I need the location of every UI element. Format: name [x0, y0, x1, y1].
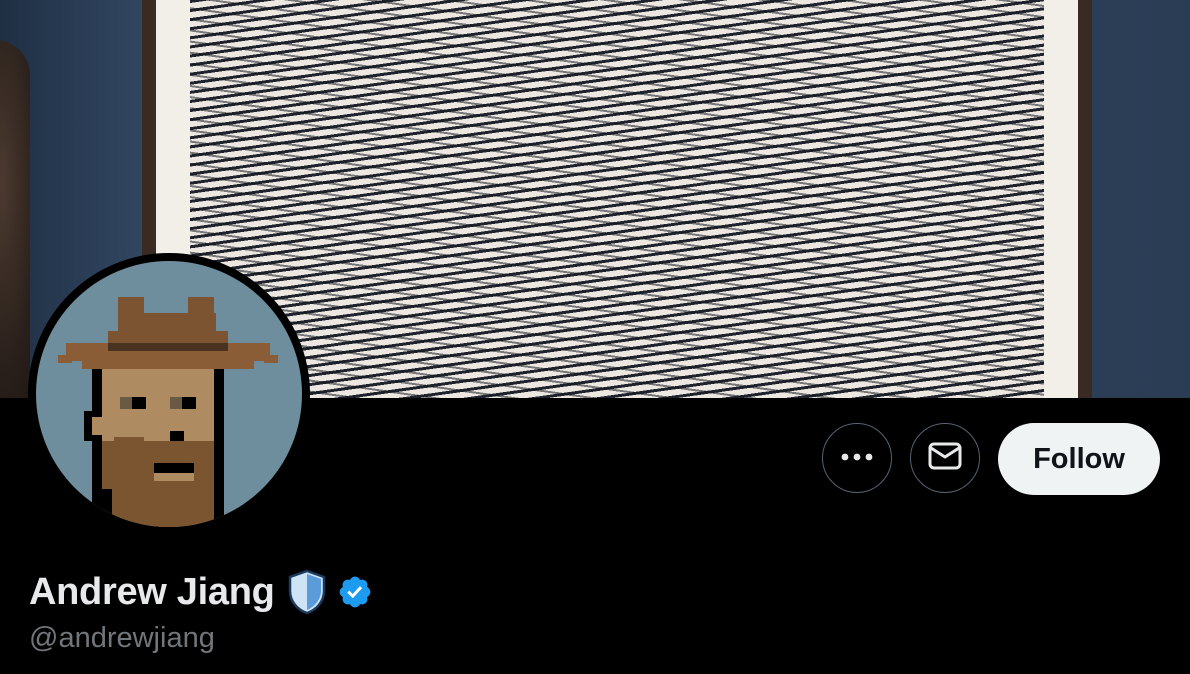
more-button[interactable] [822, 423, 892, 493]
profile-page: Follow Andrew Jiang @andrewjiang [0, 0, 1190, 674]
verified-badge-icon[interactable] [337, 574, 373, 610]
shield-icon[interactable] [287, 569, 327, 615]
more-horizontal-icon [839, 449, 875, 467]
banner-artwork [190, 0, 1044, 398]
banner-person-silhouette [0, 40, 30, 398]
profile-avatar[interactable] [28, 253, 310, 535]
envelope-icon [928, 442, 962, 475]
display-name: Andrew Jiang [29, 570, 275, 613]
name-row: Andrew Jiang [29, 566, 373, 618]
pixel-punk-avatar-image [36, 261, 302, 527]
message-button[interactable] [910, 423, 980, 493]
follow-button[interactable]: Follow [998, 423, 1160, 495]
user-handle: @andrewjiang [29, 622, 215, 654]
